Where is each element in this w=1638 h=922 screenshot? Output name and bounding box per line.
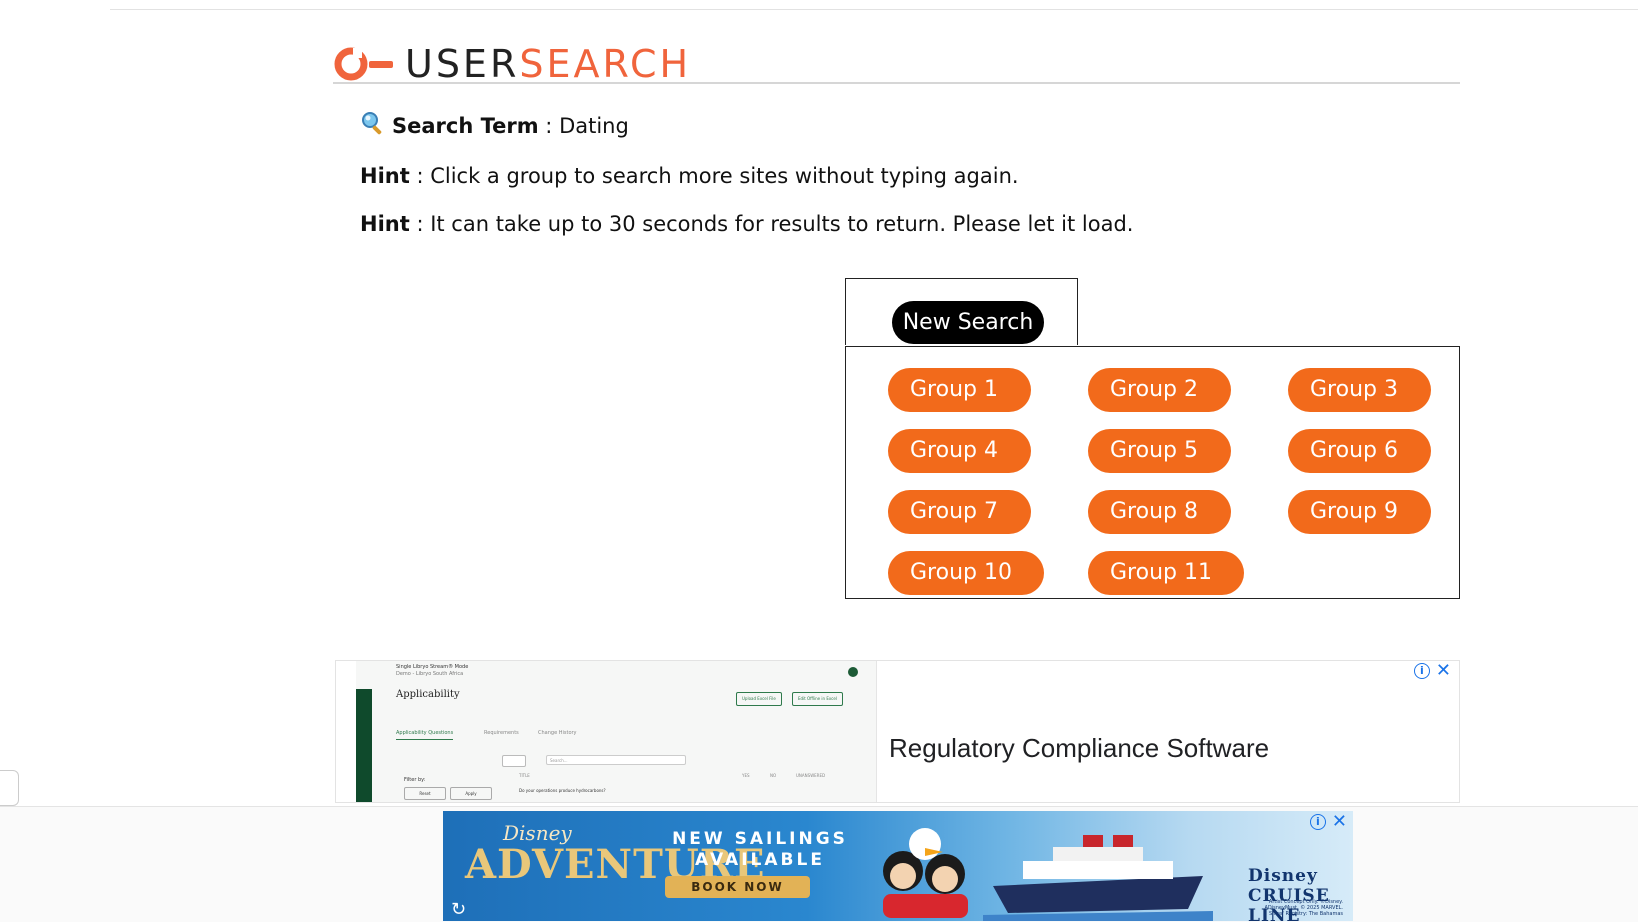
hint-label: Hint xyxy=(360,164,410,188)
group-1-button[interactable]: Group 1 xyxy=(888,368,1031,412)
ad-controls: i ✕ xyxy=(1413,662,1451,680)
hint-label: Hint xyxy=(360,212,410,236)
ad-shot-upload-button: Upload Excel File xyxy=(736,692,782,706)
ad-shot-avatar xyxy=(848,667,858,677)
group-8-button[interactable]: Group 8 xyxy=(1088,490,1231,534)
group-7-button[interactable]: Group 7 xyxy=(888,490,1031,534)
ad-info-icon[interactable]: i xyxy=(1413,663,1430,679)
search-term-label: Search Term xyxy=(392,114,539,138)
group-2-button[interactable]: Group 2 xyxy=(1088,368,1231,412)
magnifier-icon xyxy=(360,110,386,136)
hint-line-2: Hint : It can take up to 30 seconds for … xyxy=(360,210,1133,238)
ad-screenshot-sidebar xyxy=(356,689,372,802)
ad-shot-tab-3: Change History xyxy=(538,730,577,736)
ad-shot-search: Search... xyxy=(546,755,686,765)
header-divider xyxy=(333,82,1460,84)
ad-title[interactable]: Regulatory Compliance Software xyxy=(889,733,1269,764)
side-tab-handle[interactable] xyxy=(0,770,19,806)
group-4-button[interactable]: Group 4 xyxy=(888,429,1031,473)
group-11-button[interactable]: Group 11 xyxy=(1088,551,1244,595)
ad-shot-row: Do your operations produce hydrocarbons? xyxy=(519,788,606,793)
search-term-value: Dating xyxy=(559,114,629,138)
new-search-button[interactable]: New Search xyxy=(892,301,1044,344)
ad-shot-reset: Reset xyxy=(404,787,446,800)
ad-shot-filter-label: Filter by: xyxy=(404,777,426,783)
usersearch-logo[interactable]: USERSEARCH xyxy=(333,44,691,84)
ad-shot-select xyxy=(502,755,526,767)
hint-text: : It can take up to 30 seconds for resul… xyxy=(409,212,1134,236)
refresh-icon[interactable]: ↻ xyxy=(451,899,466,920)
search-term-line: Search Term : Dating xyxy=(360,112,629,140)
ad-shot-apply: Apply xyxy=(450,787,492,800)
group-9-button[interactable]: Group 9 xyxy=(1288,490,1431,534)
ad-shot-col-no: NO xyxy=(770,773,777,778)
group-panel: Group 1 Group 2 Group 3 Group 4 Group 5 … xyxy=(845,346,1460,599)
ad-shot-sub: Demo - Libryo South Africa xyxy=(396,671,464,677)
compliance-ad[interactable]: Single Libryo Stream® Mode Demo - Libryo… xyxy=(335,660,1460,803)
ad2-controls: i ✕ xyxy=(1309,813,1347,831)
ad2-info-icon[interactable]: i xyxy=(1309,814,1326,830)
ad2-fine-print: Artist Concept Only. ©Disney. ADisneyMus… xyxy=(1264,899,1344,917)
ad-shot-edit-button: Edit Offline in Excel xyxy=(792,692,843,706)
ad2-headline-line-1: NEW SAILINGS xyxy=(672,829,848,849)
logo-text-user: USER xyxy=(405,42,520,86)
group-3-button[interactable]: Group 3 xyxy=(1288,368,1431,412)
ad-shot-col-title: TITLE xyxy=(519,773,530,778)
characters-illustration xyxy=(873,816,983,921)
ad2-headline-line-2: AVAILABLE xyxy=(695,850,825,870)
group-6-button[interactable]: Group 6 xyxy=(1288,429,1431,473)
ad-shot-tab-1: Applicability Questions xyxy=(396,730,454,740)
group-5-button[interactable]: Group 5 xyxy=(1088,429,1231,473)
cruise-ship-illustration xyxy=(983,831,1213,921)
top-border xyxy=(110,0,1638,10)
group-10-button[interactable]: Group 10 xyxy=(888,551,1044,595)
logo-text-search: SEARCH xyxy=(519,42,692,86)
ad-shot-tab-2: Requirements xyxy=(484,730,519,736)
search-term-separator: : xyxy=(538,114,560,138)
new-search-tab: New Search xyxy=(845,278,1078,345)
hint-line-1: Hint : Click a group to search more site… xyxy=(360,162,1019,190)
ad-screenshot: Single Libryo Stream® Mode Demo - Libryo… xyxy=(356,661,877,802)
ad-shot-top: Single Libryo Stream® Mode xyxy=(396,664,469,670)
ad2-headline: NEW SAILINGS AVAILABLE xyxy=(665,829,855,871)
ad-shot-col-unanswered: UNANSWERED xyxy=(796,773,826,778)
logo-mark-icon xyxy=(333,44,395,84)
book-now-button[interactable]: BOOK NOW xyxy=(665,876,810,898)
hint-text: : Click a group to search more sites wit… xyxy=(409,164,1019,188)
ad-shot-col-yes: YES xyxy=(742,773,750,778)
ad-shot-heading: Applicability xyxy=(396,689,460,700)
ad2-close-icon[interactable]: ✕ xyxy=(1332,813,1347,831)
logo-text: USERSEARCH xyxy=(405,44,691,84)
ad-close-icon[interactable]: ✕ xyxy=(1436,662,1451,680)
disney-ad-banner[interactable]: Disney ADVENTURE NEW SAILINGS AVAILABLE … xyxy=(443,811,1353,921)
